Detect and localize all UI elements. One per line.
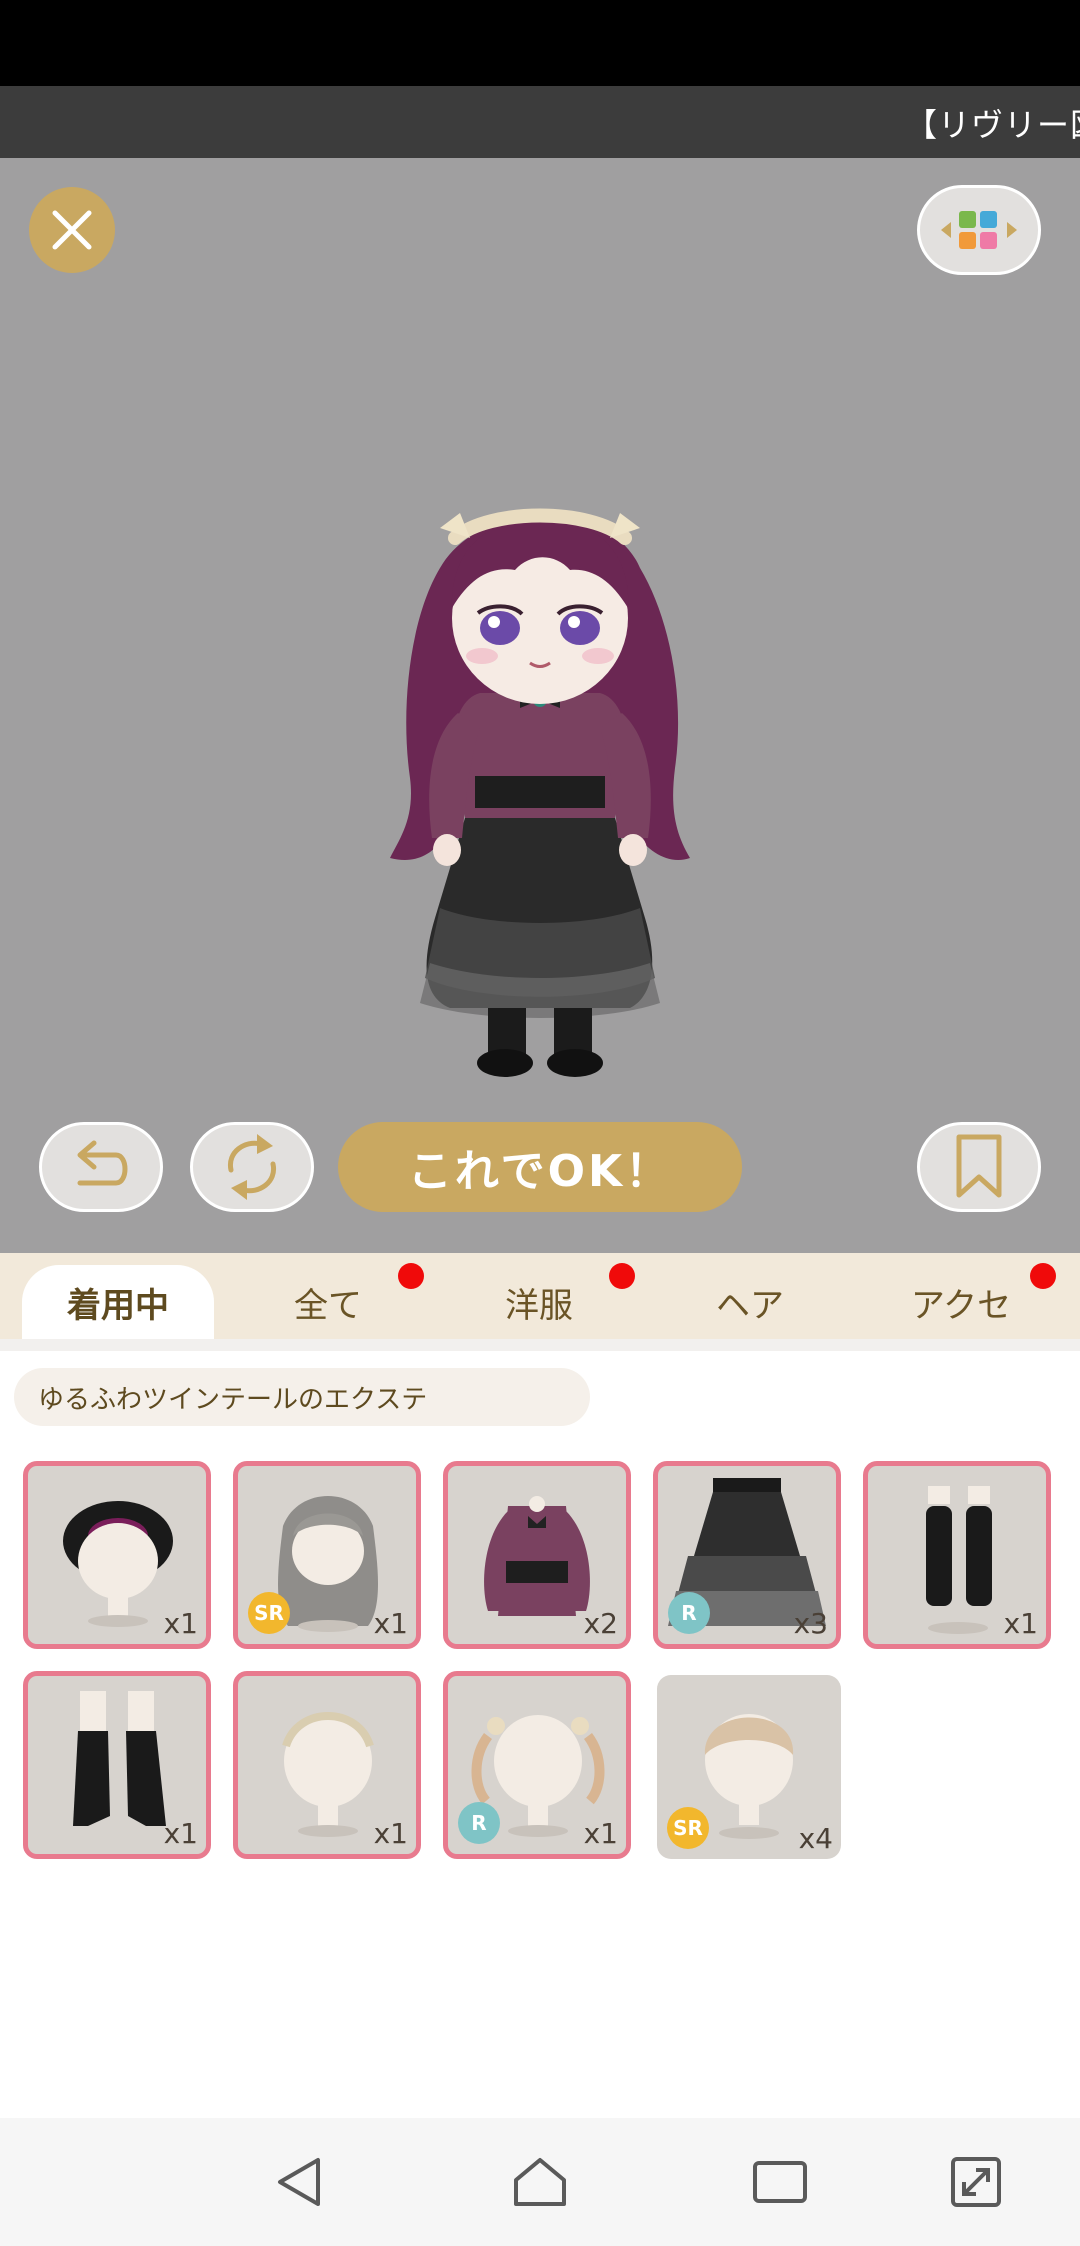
rotate-button[interactable] <box>190 1122 314 1212</box>
bookmark-icon <box>956 1134 1002 1198</box>
tab-wearing[interactable]: 着用中 <box>22 1265 214 1339</box>
app-root: 【リヴリー図 <box>0 0 1080 2246</box>
rotate-icon <box>227 1134 277 1200</box>
tab-clothes-notification-dot <box>609 1263 635 1289</box>
tab-accessories[interactable]: アクセ <box>865 1265 1057 1339</box>
bookmark-button[interactable] <box>917 1122 1041 1212</box>
rarity-badge: R <box>668 1592 710 1634</box>
tab-label: ヘア <box>716 1285 784 1326</box>
nav-recents-button[interactable] <box>748 2150 812 2214</box>
tab-clothes[interactable]: 洋服 <box>443 1265 635 1339</box>
tab-all[interactable]: 全て <box>232 1265 424 1339</box>
item-card[interactable]: SR x1 <box>233 1461 421 1649</box>
item-card[interactable]: x1 <box>233 1671 421 1859</box>
item-quantity: x1 <box>583 1817 618 1850</box>
avatar-stage: これでOK！ <box>0 158 1080 1253</box>
category-tabs: 着用中 全て 洋服 ヘア アクセ <box>0 1253 1080 1339</box>
item-card[interactable]: R x3 <box>653 1461 841 1649</box>
news-ticker[interactable]: 【リヴリー図 <box>0 86 1080 158</box>
rarity-badge: R <box>458 1802 500 1844</box>
item-card[interactable]: SR x4 <box>657 1675 841 1859</box>
tab-all-notification-dot <box>398 1263 424 1289</box>
item-quantity: x1 <box>1003 1607 1038 1640</box>
tab-accessories-notification-dot <box>1030 1263 1056 1289</box>
nav-home-button[interactable] <box>508 2150 572 2214</box>
item-card[interactable]: x1 <box>23 1671 211 1859</box>
nav-expand-button[interactable] <box>944 2150 1008 2214</box>
avatar-character[interactable] <box>370 458 710 1078</box>
nav-back-button[interactable] <box>268 2150 332 2214</box>
tab-label: アクセ <box>910 1285 1012 1326</box>
rarity-badge: SR <box>667 1807 709 1849</box>
undo-button[interactable] <box>39 1122 163 1212</box>
color-palette-icon <box>941 211 1017 249</box>
selected-item-name: ゆるふわツインテールのエクステ <box>14 1368 590 1426</box>
item-quantity: x4 <box>798 1822 833 1855</box>
item-quantity: x1 <box>163 1817 198 1850</box>
back-triangle-icon <box>278 2158 320 2206</box>
ticker-text: 【リヴリー図 <box>905 106 1080 144</box>
tab-label: 洋服 <box>505 1285 573 1326</box>
item-card[interactable]: R x1 <box>443 1671 631 1859</box>
close-button[interactable] <box>29 187 115 273</box>
item-quantity: x3 <box>793 1607 828 1640</box>
undo-icon <box>77 1140 128 1186</box>
item-card[interactable]: x1 <box>863 1461 1051 1649</box>
item-card[interactable]: x2 <box>443 1461 631 1649</box>
item-quantity: x1 <box>163 1607 198 1640</box>
system-navigation-bar <box>0 2118 1080 2246</box>
item-quantity: x2 <box>583 1607 618 1640</box>
tab-label: 全て <box>294 1285 362 1326</box>
status-bar <box>0 0 1080 86</box>
close-icon <box>52 210 92 250</box>
item-card[interactable]: x1 <box>23 1461 211 1649</box>
expand-icon <box>951 2157 1001 2207</box>
tab-label: 着用中 <box>67 1285 169 1326</box>
tabs-divider <box>0 1339 1080 1351</box>
confirm-outfit-button[interactable]: これでOK！ <box>338 1122 742 1212</box>
item-quantity: x1 <box>373 1607 408 1640</box>
recents-icon <box>753 2161 807 2203</box>
background-switch-button[interactable] <box>917 185 1041 275</box>
tab-hair[interactable]: ヘア <box>654 1265 846 1339</box>
rarity-badge: SR <box>248 1592 290 1634</box>
item-quantity: x1 <box>373 1817 408 1850</box>
home-icon <box>514 2158 566 2206</box>
